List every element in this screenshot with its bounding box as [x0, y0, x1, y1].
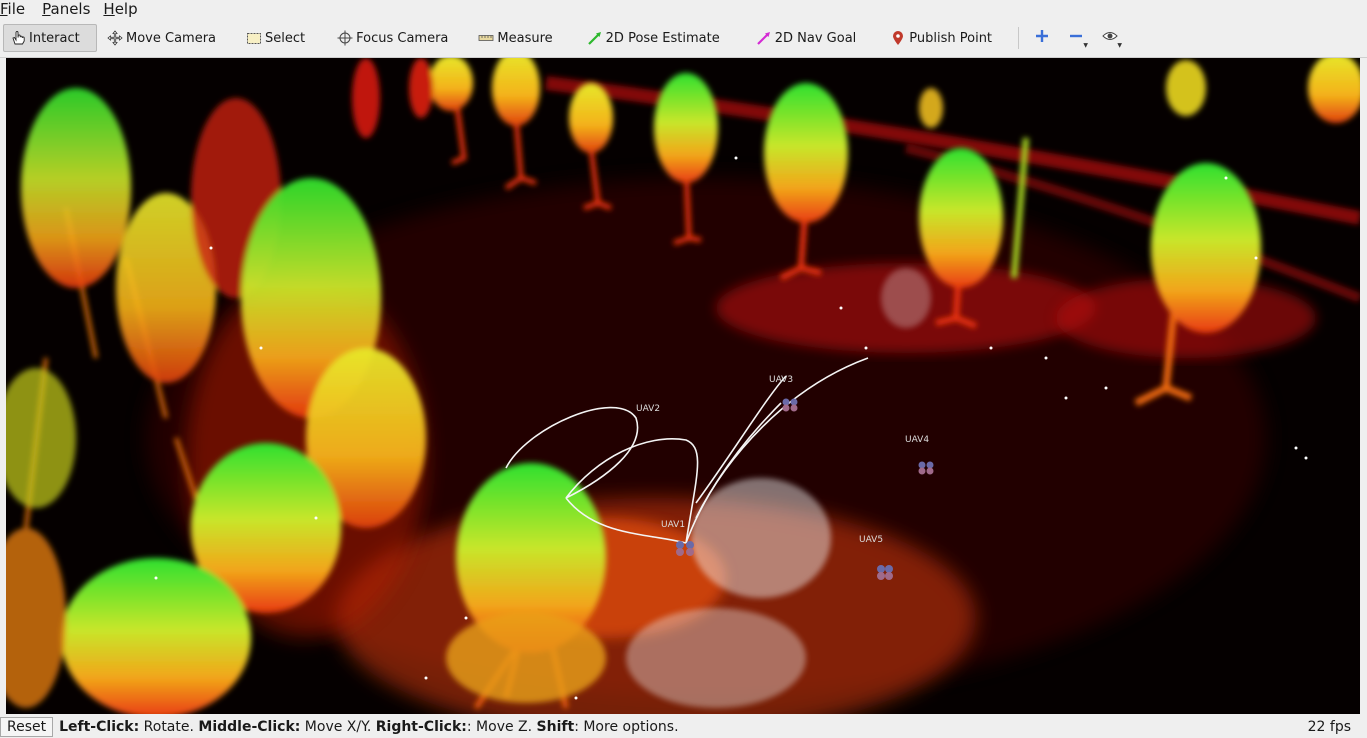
uav3-label: UAV3 [769, 375, 794, 385]
plus-icon [1035, 29, 1049, 47]
toolbar-separator [1018, 27, 1020, 49]
remove-tool-button[interactable]: ▼ [1063, 25, 1089, 51]
magenta-arrow-icon [756, 30, 772, 46]
crosshair-icon [337, 30, 353, 46]
focus-camera-tool-button[interactable]: Focus Camera [331, 24, 454, 52]
move-camera-label: Move Camera [126, 30, 217, 46]
menu-help[interactable]: Help [103, 0, 144, 18]
select-label: Select [265, 30, 306, 46]
minus-icon [1069, 29, 1083, 47]
3d-render-viewport[interactable]: UAV1 UAV2 UAV3 UAV4 UAV5 [6, 58, 1360, 714]
focus-camera-label: Focus Camera [356, 30, 449, 46]
uav4-label: UAV4 [905, 435, 930, 445]
status-bar: Reset Left-Click: Rotate. Middle-Click: … [0, 716, 1367, 738]
point-cloud-scene [6, 58, 1360, 714]
chevron-down-icon: ▼ [1117, 42, 1123, 49]
uav1-label: UAV1 [661, 520, 686, 530]
publish-point-label: Publish Point [909, 30, 993, 46]
measure-label: Measure [497, 30, 553, 46]
chevron-down-icon: ▼ [1083, 42, 1089, 49]
measure-tool-button[interactable]: Measure [472, 24, 558, 52]
move-arrows-icon [107, 30, 123, 46]
add-tool-button[interactable] [1029, 25, 1055, 51]
menu-bar: File Panels Help [0, 0, 1367, 18]
selection-box-icon [246, 30, 262, 46]
menu-file[interactable]: File [0, 0, 32, 18]
uav5-label: UAV5 [859, 535, 884, 545]
eye-icon [1102, 29, 1118, 47]
select-tool-button[interactable]: Select [240, 24, 311, 52]
menu-panels[interactable]: Panels [42, 0, 97, 18]
nav-goal-tool-button[interactable]: 2D Nav Goal [750, 24, 863, 52]
mouse-hint-text: Left-Click: Rotate. Middle-Click: Move X… [59, 719, 679, 735]
green-arrow-icon [587, 30, 603, 46]
nav-goal-label: 2D Nav Goal [774, 30, 857, 46]
interact-label: Interact [29, 30, 80, 46]
map-pin-icon [890, 30, 906, 46]
fps-readout: 22 fps [1307, 719, 1351, 735]
interact-tool-button[interactable]: Interact [3, 24, 97, 52]
ruler-icon [478, 30, 494, 46]
reset-button[interactable]: Reset [0, 717, 54, 737]
hand-pointer-icon [10, 30, 26, 46]
publish-point-tool-button[interactable]: Publish Point [884, 24, 998, 52]
toolbar: Interact Move Camera Select Focus Camera… [0, 19, 1367, 58]
pose-estimate-label: 2D Pose Estimate [605, 30, 720, 46]
uav2-label: UAV2 [636, 404, 661, 414]
view-options-button[interactable]: ▼ [1097, 25, 1123, 51]
move-camera-tool-button[interactable]: Move Camera [101, 24, 222, 52]
pose-estimate-tool-button[interactable]: 2D Pose Estimate [581, 24, 726, 52]
